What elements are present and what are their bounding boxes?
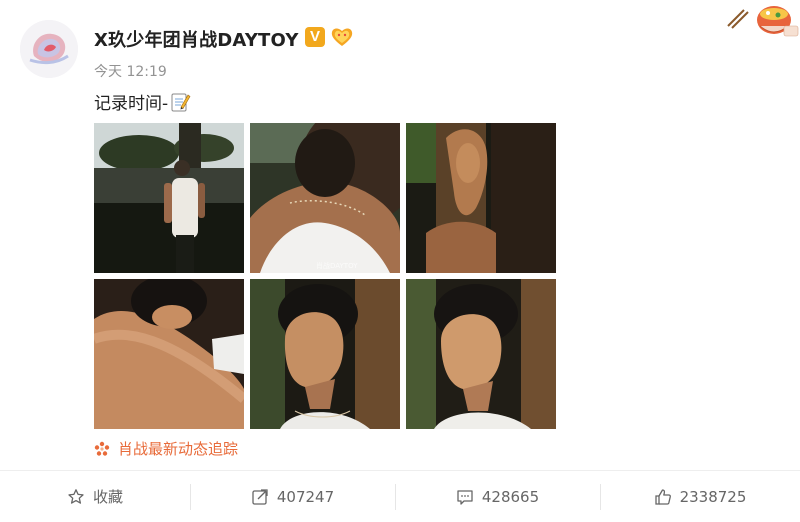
- topic-tracker-link[interactable]: 肖战最新动态追踪: [94, 438, 238, 459]
- avatar[interactable]: [20, 20, 78, 78]
- tracker-label: 肖战最新动态追踪: [118, 440, 239, 458]
- comment-icon: [457, 489, 473, 505]
- card-decoration-icon: [724, 0, 800, 42]
- thumbs-up-icon: [654, 488, 671, 505]
- like-count: 2338725: [679, 487, 747, 506]
- star-icon: [68, 488, 84, 504]
- repost-icon: [252, 488, 268, 505]
- comment-button[interactable]: 428665: [395, 471, 600, 522]
- memo-icon: [169, 91, 191, 113]
- comment-count: 428665: [481, 487, 540, 506]
- photo-thumbnail[interactable]: [406, 279, 556, 429]
- flower-icon: [94, 441, 110, 457]
- favorite-button[interactable]: 收藏: [0, 471, 190, 522]
- favorite-label: 收藏: [92, 488, 123, 506]
- repost-count: 407247: [276, 487, 335, 506]
- repost-button[interactable]: 407247: [190, 471, 395, 522]
- watermark: 肖战DAYTOY: [316, 262, 358, 270]
- post-text: 记录时间-: [94, 89, 191, 114]
- post-text-body: 记录时间-: [94, 94, 169, 114]
- photo-thumbnail[interactable]: [250, 279, 400, 429]
- photo-thumbnail[interactable]: [94, 123, 244, 273]
- photo-thumbnail[interactable]: [406, 123, 556, 273]
- like-button[interactable]: 2338725: [600, 471, 800, 522]
- photo-thumbnail[interactable]: [94, 279, 244, 429]
- photo-thumbnail[interactable]: 肖战DAYTOY: [250, 123, 400, 273]
- verified-badge-icon: V: [305, 27, 325, 47]
- post-time[interactable]: 今天 12:19: [94, 61, 167, 81]
- fan-badge-icon: [330, 26, 354, 48]
- username[interactable]: X玖少年团肖战DAYTOY: [94, 26, 299, 52]
